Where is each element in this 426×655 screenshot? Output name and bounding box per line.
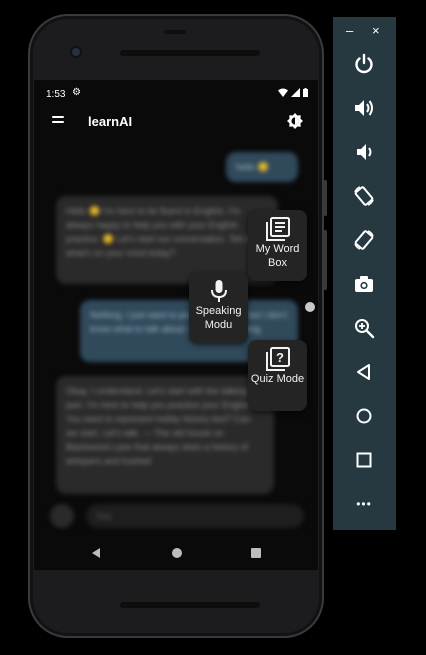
app-title: learnAI [88,114,133,129]
home-circle-icon [356,408,372,424]
home-nav-button[interactable] [172,548,182,558]
my-word-box-button[interactable]: My Word Box [248,210,307,281]
microphone-icon [210,280,227,302]
earpiece-speaker [120,50,260,56]
quiz-mode-label: Quiz Mode [250,373,305,385]
status-bar: 1:53 ⚙ [34,80,318,108]
phone-screen: 1:53 ⚙ learnAI hello 😊 Hello 😊 I'm here … [34,80,318,570]
zoom-in-icon [355,319,375,339]
back-nav-button[interactable] [92,548,100,558]
power-icon [355,53,373,74]
volume-down-button[interactable] [352,140,376,164]
wifi-icon [278,88,288,97]
close-button[interactable]: × [372,23,380,38]
back-button[interactable] [352,360,376,384]
power-hardware-button[interactable] [322,180,327,216]
home-button[interactable] [352,404,376,428]
back-triangle-icon [357,364,370,380]
chat-list: hello 😊 Hello 😊 I'm here to be fluent in… [34,134,318,514]
rotate-left-button[interactable] [352,184,376,208]
edge-handle[interactable] [305,302,315,312]
front-camera [72,48,80,56]
proximity-sensor [164,30,186,34]
overview-button[interactable] [352,448,376,472]
svg-text:?: ? [276,350,284,365]
overview-square-icon [356,452,372,468]
bottom-speaker [120,602,260,608]
more-button[interactable]: ••• [352,492,376,516]
status-icons [278,88,308,97]
settings-status-icon: ⚙ [72,87,81,98]
emulator-window-controls: – × [333,23,396,39]
message-input[interactable]: Say [86,504,304,528]
app-bar: learnAI [34,108,318,134]
rotate-right-icon [354,230,374,250]
android-nav-bar [34,538,318,568]
volume-hardware-button[interactable] [322,230,327,290]
status-time: 1:53 [46,89,66,100]
speaking-mode-button[interactable]: Speaking Modu [189,272,248,343]
menu-icon[interactable] [52,116,64,126]
quiz-mode-button[interactable]: ? Quiz Mode [248,340,307,411]
camera-icon [355,276,373,292]
battery-icon [303,88,308,97]
ai-message: Okay, I understand. Let's start with the… [56,376,274,494]
user-message: hello 😊 [226,152,298,182]
message-input-bar: Say [34,500,318,534]
word-list-icon [265,217,290,241]
attach-button[interactable] [50,504,74,528]
signal-icon [291,88,300,97]
quiz-icon: ? [265,347,290,371]
rotate-right-button[interactable] [352,228,376,252]
volume-up-button[interactable] [352,96,376,120]
volume-up-icon [355,100,373,116]
rotate-left-icon [354,186,374,206]
zoom-button[interactable] [352,316,376,340]
ai-message: Hello 😊 I'm here to be fluent in English… [56,196,278,284]
speaking-mode-label: Speaking Modu [195,305,242,331]
minimize-button[interactable]: – [346,23,353,38]
emulator-toolbar: – × ••• [333,17,396,530]
my-word-box-label: My Word Box [255,243,300,269]
volume-down-icon [357,144,372,160]
brightness-icon[interactable] [286,112,304,130]
power-button[interactable] [352,52,376,76]
screenshot-button[interactable] [352,272,376,296]
recents-nav-button[interactable] [251,548,261,558]
